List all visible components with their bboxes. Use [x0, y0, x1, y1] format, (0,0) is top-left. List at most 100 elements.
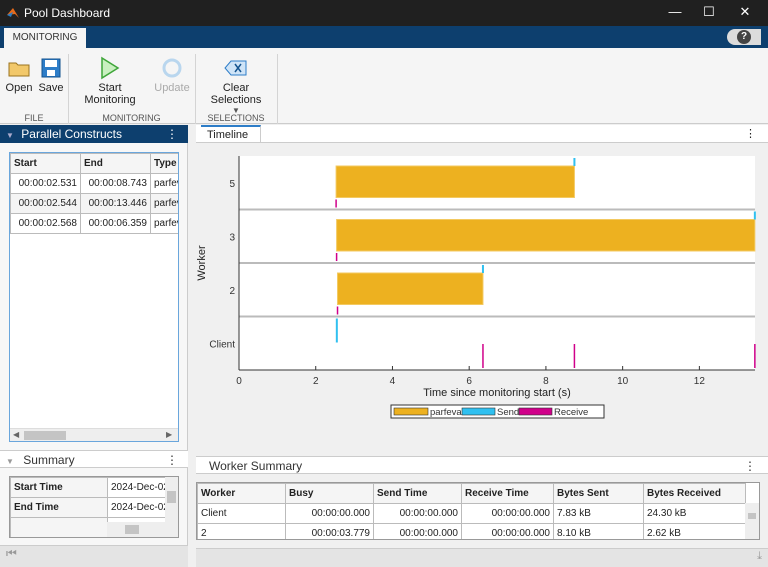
- save-label: Save: [38, 82, 64, 94]
- tab-monitoring[interactable]: MONITORING: [4, 28, 86, 48]
- legend-swatch-send: [461, 407, 496, 416]
- vertical-scrollbar[interactable]: [745, 503, 759, 539]
- panel-title: Worker Summary: [209, 459, 303, 473]
- horizontal-scrollbar[interactable]: ◀ ▶: [10, 428, 178, 441]
- scrollbar-thumb[interactable]: [167, 491, 176, 503]
- column-header[interactable]: Bytes Received: [643, 483, 746, 504]
- cell: 2.62 kB: [643, 523, 746, 539]
- worker-summary-table[interactable]: Worker Busy Send Time Receive Time Bytes Sen…: [196, 482, 760, 540]
- y-tick-label: 2: [229, 286, 235, 297]
- table-row[interactable]: 2 00:00:03.779 00:00:00.000 00:00:00.000 8.1…: [197, 523, 746, 539]
- parfeval-bar: [335, 165, 575, 198]
- horizontal-scrollbar[interactable]: [107, 522, 178, 537]
- cell: 00:00:00.000: [373, 503, 462, 524]
- table-row[interactable]: 00:00:02.54400:00:13.446parfeval: [10, 193, 178, 214]
- scrollbar-thumb[interactable]: [125, 525, 139, 534]
- x-tick-label: 0: [236, 376, 242, 387]
- table-row[interactable]: Start Time 2024-Dec-02: [10, 477, 178, 498]
- more-options-icon[interactable]: ⋮: [744, 457, 756, 475]
- cell: 00:00:00.000: [285, 503, 374, 524]
- cell: 00:00:02.544: [10, 193, 81, 214]
- cell: parfeval: [150, 193, 178, 214]
- maximize-button[interactable]: ☐: [694, 4, 724, 22]
- x-tick-label: 4: [390, 376, 396, 387]
- table-row[interactable]: Client 00:00:00.000 00:00:00.000 00:00:00.0…: [197, 503, 746, 524]
- column-header[interactable]: Type: [150, 153, 178, 174]
- x-axis-label: Time since monitoring start (s): [423, 387, 571, 399]
- save-button[interactable]: Save: [37, 54, 65, 94]
- cell: 00:00:08.743: [80, 173, 151, 194]
- close-button[interactable]: ✕: [730, 4, 760, 22]
- legend-label: Receive: [554, 407, 588, 418]
- cell: 00:00:06.359: [80, 213, 151, 234]
- scroll-left-icon[interactable]: ◀: [13, 430, 19, 439]
- minimize-button[interactable]: —: [660, 4, 690, 22]
- section-file: FILE: [24, 113, 44, 123]
- x-tick-label: 10: [617, 376, 629, 387]
- collapse-icon[interactable]: ▼: [6, 131, 14, 140]
- column-header[interactable]: Bytes Sent: [553, 483, 644, 504]
- play-icon: [101, 56, 120, 80]
- clear-selections-button[interactable]: Clear Selections ▼: [199, 54, 273, 115]
- parallel-constructs-table[interactable]: Start End Type 00:00:02.531 00:00:08.743 par…: [9, 152, 179, 442]
- y-axis-label: Worker: [196, 245, 208, 281]
- help-button[interactable]: ?: [727, 29, 761, 45]
- divider: [277, 54, 278, 124]
- tab-timeline[interactable]: Timeline: [201, 125, 261, 143]
- title-bar: Pool Dashboard — ☐ ✕: [0, 0, 768, 26]
- legend-swatch-receive: [518, 407, 553, 416]
- legend-swatch-parfeval: [393, 407, 429, 416]
- vertical-scrollbar[interactable]: [165, 477, 178, 523]
- x-tick-label: 2: [313, 376, 319, 387]
- more-options-icon[interactable]: ⋮: [745, 127, 756, 140]
- cell: 00:00:03.779: [285, 523, 374, 539]
- summary-header[interactable]: ▼ Summary ⋮: [0, 450, 188, 468]
- section-selections: SELECTIONS: [207, 113, 265, 123]
- y-tick-label: Client: [209, 339, 235, 350]
- column-header[interactable]: Worker: [197, 483, 286, 504]
- more-options-icon[interactable]: ⋮: [166, 125, 178, 143]
- cell: [10, 517, 108, 537]
- cell: 00:00:02.531: [10, 173, 81, 194]
- ribbon-tabstrip: [0, 26, 768, 48]
- legend-label: parfeval: [430, 407, 464, 418]
- legend-label: Send: [497, 407, 519, 418]
- more-options-icon[interactable]: ⋮: [166, 451, 178, 469]
- collapse-bottom-icon[interactable]: ⤓: [757, 550, 762, 563]
- summary-table[interactable]: Start Time 2024-Dec-02 End Time 2024-Dec-0…: [9, 476, 179, 538]
- scroll-right-icon[interactable]: ▶: [166, 430, 172, 439]
- x-tick-label: 8: [543, 376, 549, 387]
- column-header[interactable]: Start: [10, 153, 81, 174]
- table-row[interactable]: 00:00:02.56800:00:06.359parfeval: [10, 213, 178, 234]
- start-monitoring-button[interactable]: Start Monitoring: [72, 54, 148, 106]
- y-tick-label: 5: [229, 179, 235, 190]
- open-button[interactable]: Open: [5, 54, 33, 94]
- column-header[interactable]: Busy: [285, 483, 374, 504]
- cell: parfeval: [150, 213, 178, 234]
- worker-summary-header: Worker Summary ⋮: [196, 456, 768, 474]
- column-header[interactable]: Send Time: [373, 483, 462, 504]
- table-row[interactable]: 00:00:02.53100:00:08.743parfeval: [10, 173, 178, 194]
- right-status-bar: ⤓: [196, 548, 768, 567]
- table-row[interactable]: End Time 2024-Dec-02: [10, 497, 178, 518]
- scrollbar-thumb[interactable]: [24, 431, 66, 440]
- update-label: Update: [154, 82, 190, 94]
- timeline-chart[interactable]: 5 3 2 Client 0 2 4 6 8 10 12 Time since monitoring …: [190, 144, 768, 454]
- help-icon: ?: [737, 30, 751, 44]
- collapse-left-icon[interactable]: ⏮: [6, 546, 17, 560]
- parfeval-bar: [337, 272, 484, 305]
- column-header[interactable]: Receive Time: [461, 483, 554, 504]
- cell: Start Time: [10, 477, 108, 498]
- cell: 00:00:13.446: [80, 193, 151, 214]
- cell: 00:00:02.568: [10, 213, 81, 234]
- parallel-constructs-header[interactable]: ▼ Parallel Constructs ⋮: [0, 125, 188, 143]
- timeline-tabbar: Timeline ⋮: [196, 125, 768, 143]
- cell: End Time: [10, 497, 108, 518]
- scrollbar-thumb[interactable]: [748, 513, 756, 519]
- section-monitoring: MONITORING: [102, 113, 161, 123]
- collapse-icon[interactable]: ▼: [6, 457, 14, 466]
- column-header[interactable]: End: [80, 153, 151, 174]
- update-button[interactable]: Update: [152, 54, 192, 94]
- open-label: Open: [5, 82, 33, 94]
- clear-icon: [224, 60, 247, 76]
